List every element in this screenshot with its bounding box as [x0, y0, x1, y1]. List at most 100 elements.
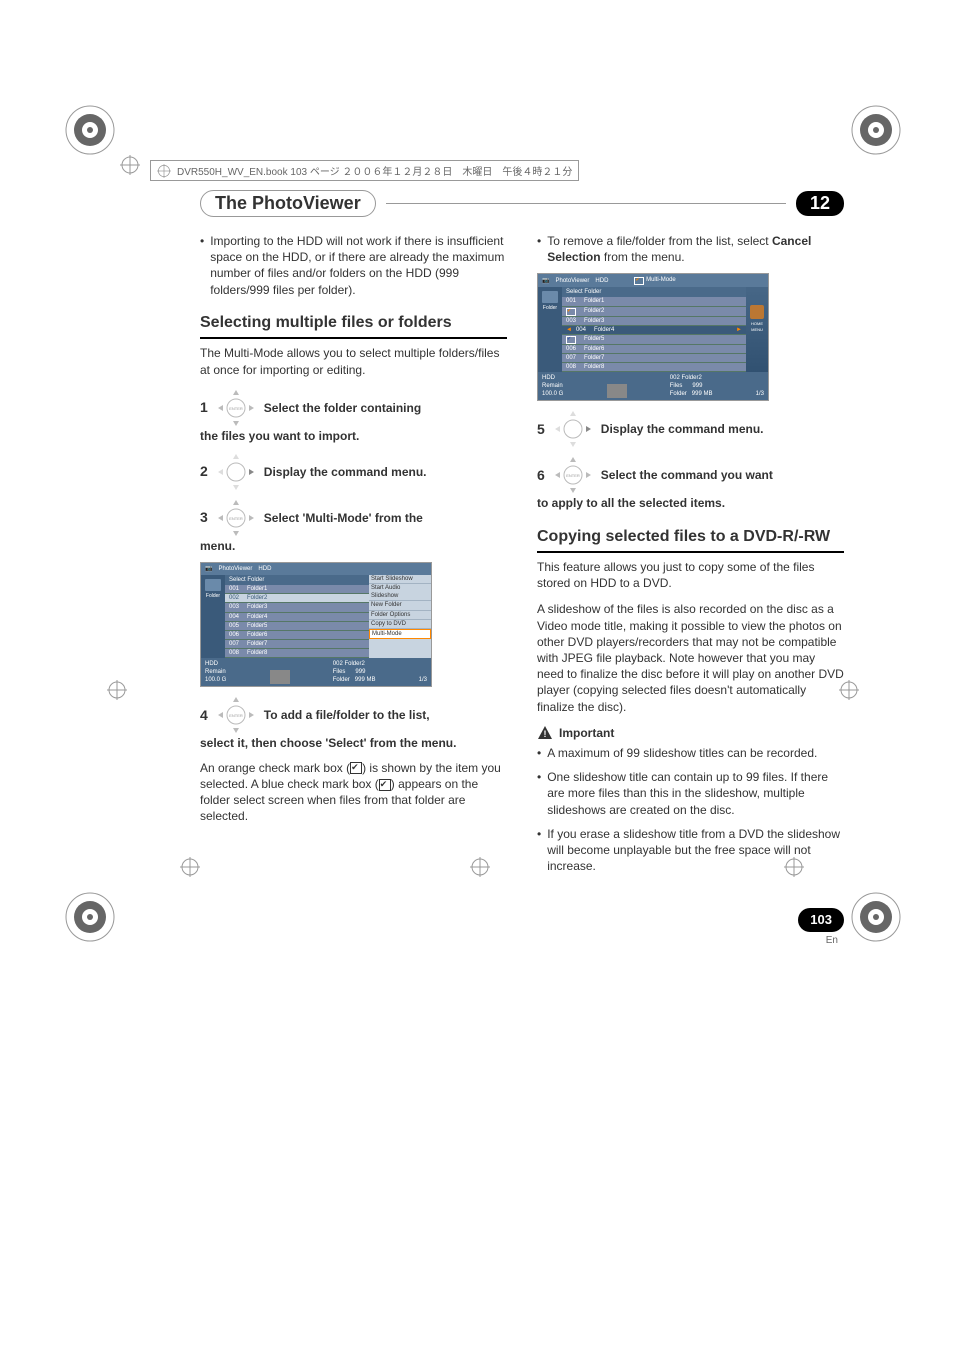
ss-row-num: [566, 335, 580, 344]
ss-row-name: Folder7: [247, 640, 267, 648]
svg-text:ENTER: ENTER: [229, 713, 243, 718]
ss-row-name: Folder7: [584, 354, 604, 362]
step-text: Select the command you want: [601, 467, 773, 483]
dpad-enter-icon: ENTER: [216, 388, 256, 428]
step-text: Display the command menu.: [601, 421, 764, 437]
ss-list-header: Select Folder: [562, 287, 746, 297]
ss-row-num: 008: [566, 363, 580, 371]
ss-menu-item-selected: Multi-Mode: [369, 629, 431, 639]
registration-mark: [120, 155, 140, 175]
ss-footer-remain-label: Remain: [542, 382, 563, 390]
ss-row-name: Folder2: [247, 594, 267, 602]
step-text: Select the folder containing: [264, 400, 421, 416]
header-note-text: DVR550H_WV_EN.book 103 ページ ２００６年１２月２８日 木…: [177, 163, 572, 178]
step-text: To add a file/folder to the list,: [264, 707, 430, 723]
text-fragment: An orange check mark box (: [200, 761, 350, 775]
ss-menu-item: Folder Options: [369, 611, 431, 620]
dpad-enter-icon: ENTER: [216, 498, 256, 538]
ss-title: PhotoViewer: [555, 277, 589, 285]
section-heading: Selecting multiple files or folders: [200, 312, 507, 340]
ss-context-menu: Start Slideshow Start Audio Slideshow Ne…: [369, 575, 431, 658]
step-number: 2: [200, 462, 208, 481]
dpad-right-icon: [216, 452, 256, 492]
ss-row-num: 001: [566, 297, 580, 305]
ss-page-indicator: 1/3: [419, 676, 427, 684]
registration-mark: [107, 680, 127, 700]
registration-mark-corner: [60, 100, 120, 160]
ss-footer-remain-value: 100.0 G: [542, 390, 563, 398]
step-number: 3: [200, 508, 208, 527]
ss-row-num: 007: [229, 640, 243, 648]
ss-row-name: Folder6: [584, 345, 604, 353]
ss-menu-item: Start Audio Slideshow: [369, 584, 431, 601]
ss-row-num: 008: [229, 649, 243, 657]
ss-row-name: Folder8: [247, 649, 267, 657]
chapter-number: 12: [796, 191, 844, 216]
ss-row-num: 004: [229, 613, 243, 621]
step-number: 4: [200, 706, 208, 725]
home-menu-icon: [750, 305, 764, 319]
bullet-item: Importing to the HDD will not work if th…: [200, 233, 507, 298]
thumbnail-icon: [270, 670, 290, 684]
ss-row-num: 004: [576, 326, 590, 334]
svg-text:ENTER: ENTER: [229, 406, 243, 411]
thumbnail-icon: [607, 384, 627, 398]
page-language-label: En: [798, 934, 844, 948]
step-continuation: to apply to all the selected items.: [537, 495, 844, 511]
step-continuation: select it, then choose 'Select' from the…: [200, 735, 507, 751]
ss-row-name: Folder4: [247, 613, 267, 621]
ss-camera-icon: 📷: [205, 565, 212, 573]
ss-footer-drive: HDD: [542, 374, 563, 382]
registration-mark-corner: [846, 100, 906, 160]
book-icon: [157, 164, 171, 178]
ss-row-num: 001: [229, 585, 243, 593]
ss-side-label: Folder: [206, 593, 220, 600]
bullet-item: One slideshow title can contain up to 99…: [537, 769, 844, 818]
bullet-text: A maximum of 99 slideshow titles can be …: [547, 745, 817, 761]
paragraph: An orange check mark box () is shown by …: [200, 760, 507, 825]
svg-text:ENTER: ENTER: [229, 516, 243, 521]
checkbox-blue-icon: [379, 779, 391, 791]
registration-mark-corner: [846, 887, 906, 947]
ss-footer-remain-label: Remain: [205, 668, 226, 676]
ss-row-num: 006: [229, 631, 243, 639]
text-fragment: To remove a file/folder from the list, s…: [547, 234, 772, 248]
check-blue-icon: [566, 336, 576, 344]
bullet-text: One slideshow title can contain up to 99…: [547, 769, 844, 818]
folder-icon: [542, 291, 558, 303]
ss-row-num: 002: [229, 594, 243, 602]
step-number: 5: [537, 420, 545, 439]
ss-side-label: Folder: [543, 305, 557, 312]
ss-row-name: Folder1: [584, 297, 604, 305]
ss-row-name: Folder4: [594, 326, 614, 334]
bullet-text: To remove a file/folder from the list, s…: [547, 233, 844, 265]
paragraph: This feature allows you just to copy som…: [537, 559, 844, 591]
registration-mark: [784, 857, 804, 877]
dpad-enter-icon: ENTER: [553, 455, 593, 495]
ss-row-num: 005: [229, 622, 243, 630]
chapter-title: The PhotoViewer: [200, 190, 376, 217]
ss-row-name: Folder1: [247, 585, 267, 593]
dpad-right-icon: [553, 409, 593, 449]
ui-screenshot-photoviewer-multimode: 📷 PhotoViewer HDD Multi-Mode Folder Sele…: [537, 273, 769, 401]
ss-row-name: Folder3: [247, 603, 267, 611]
ss-row-name: Folder5: [247, 622, 267, 630]
text-fragment: from the menu.: [601, 250, 685, 264]
ss-row-name: Folder8: [584, 363, 604, 371]
paragraph: A slideshow of the files is also recorde…: [537, 601, 844, 714]
folder-icon: [205, 579, 221, 591]
ss-row-num: 003: [566, 317, 580, 325]
check-orange-icon: [566, 308, 576, 316]
important-label: Important: [559, 725, 614, 741]
ss-camera-icon: 📷: [542, 277, 549, 285]
svg-text:!: !: [544, 729, 547, 739]
ss-list-header: Select Folder: [225, 575, 369, 585]
bullet-item: To remove a file/folder from the list, s…: [537, 233, 844, 265]
ss-drive: HDD: [595, 277, 608, 285]
registration-mark: [839, 680, 859, 700]
registration-mark: [180, 857, 200, 877]
bullet-text: Importing to the HDD will not work if th…: [210, 233, 507, 298]
ss-drive: HDD: [258, 565, 271, 573]
registration-mark-corner: [60, 887, 120, 947]
ss-row-name: Folder2: [584, 307, 604, 316]
